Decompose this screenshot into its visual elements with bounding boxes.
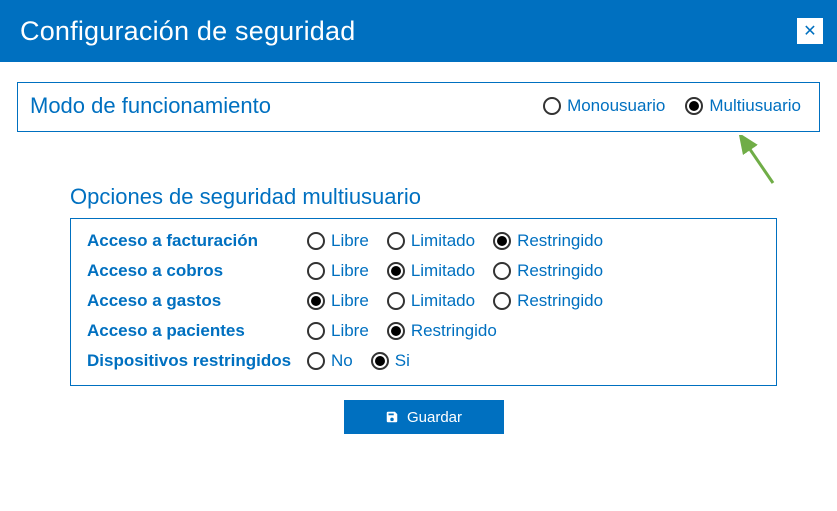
radio-icon	[493, 232, 511, 250]
radio-label: Restringido	[517, 261, 603, 281]
row-radios: Libre Limitado Restringido	[307, 231, 603, 251]
facturacion-restringido[interactable]: Restringido	[493, 231, 603, 251]
close-icon: ✕	[803, 21, 816, 41]
cobros-limitado[interactable]: Limitado	[387, 261, 475, 281]
gastos-limitado[interactable]: Limitado	[387, 291, 475, 311]
row-label: Acceso a gastos	[87, 291, 307, 311]
radio-label: Monousuario	[567, 96, 665, 116]
mode-panel: Modo de funcionamiento Monousuario Multi…	[17, 82, 820, 132]
row-label: Dispositivos restringidos	[87, 351, 307, 371]
radio-icon	[387, 262, 405, 280]
save-button-label: Guardar	[407, 409, 462, 426]
facturacion-libre[interactable]: Libre	[307, 231, 369, 251]
multiuser-options-panel: Acceso a facturación Libre Limitado Rest…	[70, 218, 777, 386]
window-title: Configuración de seguridad	[20, 16, 355, 47]
radio-label: Restringido	[517, 231, 603, 251]
radio-label: Multiusuario	[709, 96, 801, 116]
gastos-restringido[interactable]: Restringido	[493, 291, 603, 311]
radio-icon	[685, 97, 703, 115]
close-button[interactable]: ✕	[797, 18, 823, 44]
radio-label: Restringido	[517, 291, 603, 311]
titlebar: Configuración de seguridad ✕	[0, 0, 837, 62]
multiuser-options-section: Opciones de seguridad multiusuario Acces…	[70, 184, 777, 434]
radio-icon	[307, 292, 325, 310]
mode-option-mono[interactable]: Monousuario	[543, 96, 665, 116]
radio-label: Libre	[331, 231, 369, 251]
row-radios: Libre Limitado Restringido	[307, 261, 603, 281]
annotation-arrow-icon	[735, 135, 785, 190]
radio-icon	[493, 262, 511, 280]
radio-label: Limitado	[411, 291, 475, 311]
pacientes-libre[interactable]: Libre	[307, 321, 369, 341]
radio-icon	[307, 262, 325, 280]
dispositivos-no[interactable]: No	[307, 351, 353, 371]
cobros-restringido[interactable]: Restringido	[493, 261, 603, 281]
dispositivos-si[interactable]: Si	[371, 351, 410, 371]
radio-label: Limitado	[411, 231, 475, 251]
row-gastos: Acceso a gastos Libre Limitado Restringi…	[87, 291, 760, 311]
mode-option-multi[interactable]: Multiusuario	[685, 96, 801, 116]
radio-icon	[387, 292, 405, 310]
cobros-libre[interactable]: Libre	[307, 261, 369, 281]
radio-label: Restringido	[411, 321, 497, 341]
radio-icon	[307, 322, 325, 340]
radio-icon	[387, 322, 405, 340]
multiuser-options-title: Opciones de seguridad multiusuario	[70, 184, 777, 210]
radio-label: Libre	[331, 261, 369, 281]
mode-radio-group: Monousuario Multiusuario	[543, 96, 801, 116]
row-radios: Libre Limitado Restringido	[307, 291, 603, 311]
radio-label: Si	[395, 351, 410, 371]
save-icon	[385, 410, 399, 424]
row-dispositivos: Dispositivos restringidos No Si	[87, 351, 760, 371]
radio-label: No	[331, 351, 353, 371]
row-pacientes: Acceso a pacientes Libre Restringido	[87, 321, 760, 341]
row-label: Acceso a cobros	[87, 261, 307, 281]
radio-icon	[387, 232, 405, 250]
radio-icon	[543, 97, 561, 115]
radio-label: Libre	[331, 321, 369, 341]
save-button[interactable]: Guardar	[344, 400, 504, 434]
row-label: Acceso a pacientes	[87, 321, 307, 341]
facturacion-limitado[interactable]: Limitado	[387, 231, 475, 251]
radio-icon	[371, 352, 389, 370]
radio-icon	[493, 292, 511, 310]
row-radios: No Si	[307, 351, 410, 371]
radio-label: Limitado	[411, 261, 475, 281]
mode-label: Modo de funcionamiento	[30, 93, 271, 119]
radio-icon	[307, 232, 325, 250]
row-facturacion: Acceso a facturación Libre Limitado Rest…	[87, 231, 760, 251]
row-label: Acceso a facturación	[87, 231, 307, 251]
row-radios: Libre Restringido	[307, 321, 497, 341]
pacientes-restringido[interactable]: Restringido	[387, 321, 497, 341]
radio-icon	[307, 352, 325, 370]
row-cobros: Acceso a cobros Libre Limitado Restringi…	[87, 261, 760, 281]
gastos-libre[interactable]: Libre	[307, 291, 369, 311]
radio-label: Libre	[331, 291, 369, 311]
